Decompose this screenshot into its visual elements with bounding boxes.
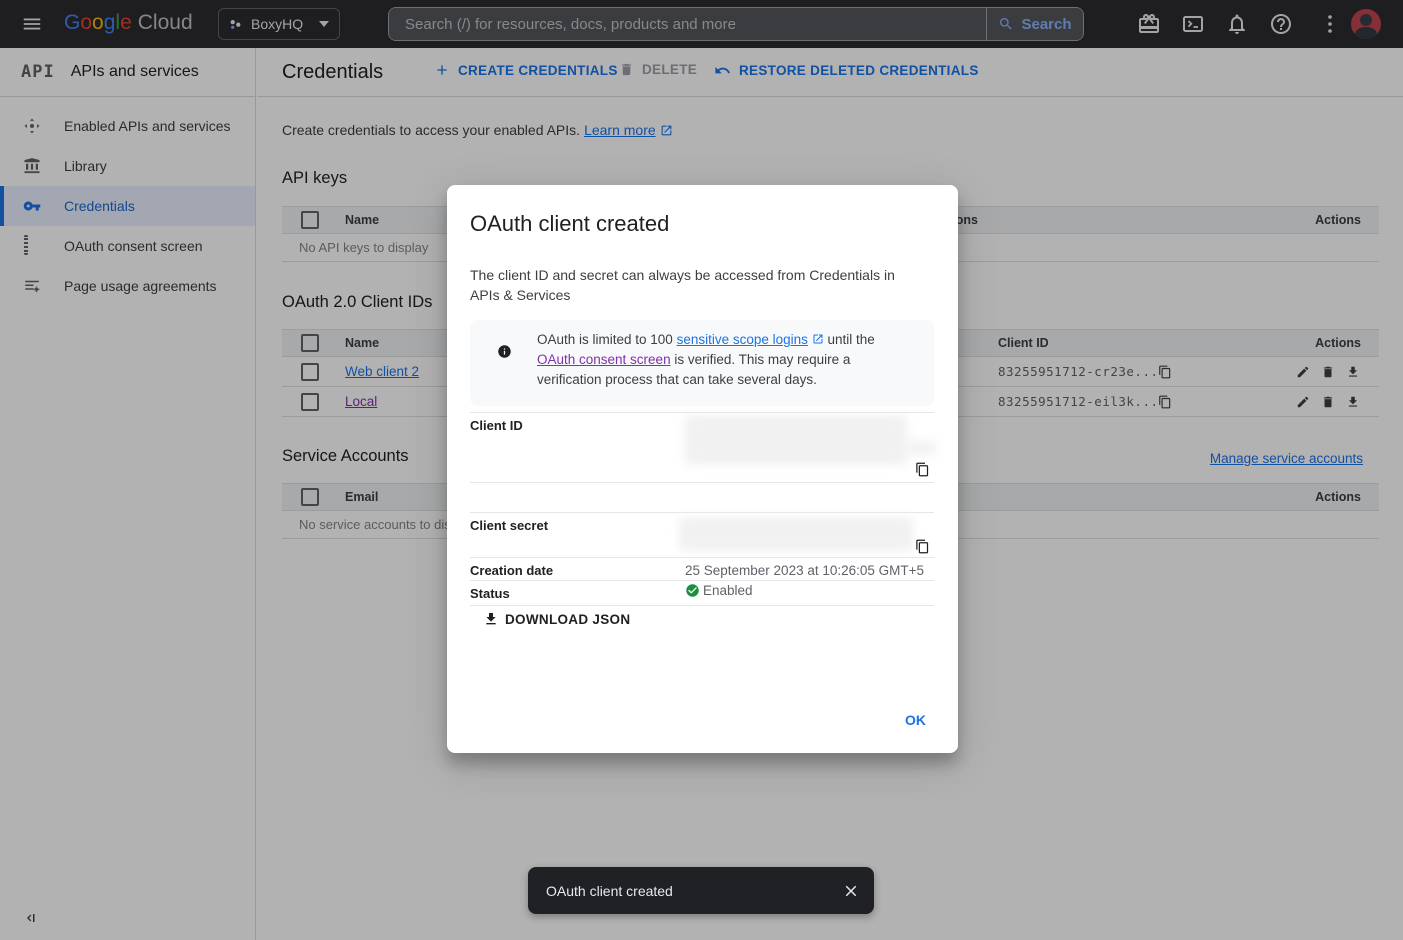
google-cloud-console: Google Cloud BoxyHQ Search <box>0 0 1403 940</box>
oauth-client-created-dialog: OAuth client created The client ID and s… <box>447 185 958 753</box>
close-icon[interactable] <box>842 882 860 900</box>
status-value-row: Enabled <box>685 583 753 598</box>
client-id-label: Client ID <box>470 418 523 433</box>
info-banner: OAuth is limited to 100 sensitive scope … <box>470 320 934 406</box>
client-secret-label: Client secret <box>470 518 548 533</box>
snackbar-message: OAuth client created <box>546 883 842 899</box>
info-icon <box>497 344 512 359</box>
info-banner-text: OAuth is limited to 100 sensitive scope … <box>537 330 915 390</box>
redacted-client-id <box>685 415 907 465</box>
external-link-icon <box>812 333 824 345</box>
download-json-button[interactable]: DOWNLOAD JSON <box>483 611 630 627</box>
oauth-consent-screen-link[interactable]: OAuth consent screen <box>537 352 671 367</box>
creation-date-label: Creation date <box>470 563 553 578</box>
dialog-body-text: The client ID and secret can always be a… <box>470 265 922 305</box>
status-label: Status <box>470 586 510 601</box>
ok-button[interactable]: OK <box>897 706 934 734</box>
redacted-client-id <box>906 441 936 455</box>
download-icon <box>483 611 499 627</box>
copy-client-secret-icon[interactable] <box>915 539 930 554</box>
dialog-title: OAuth client created <box>470 211 669 237</box>
check-circle-icon <box>685 583 700 598</box>
copy-client-id-icon[interactable] <box>915 462 930 477</box>
creation-date-value: 25 September 2023 at 10:26:05 GMT+5 <box>685 563 924 578</box>
snackbar: OAuth client created <box>528 867 874 914</box>
redacted-client-secret <box>679 517 913 551</box>
status-value: Enabled <box>703 583 753 598</box>
sensitive-scope-logins-link[interactable]: sensitive scope logins <box>677 332 808 347</box>
